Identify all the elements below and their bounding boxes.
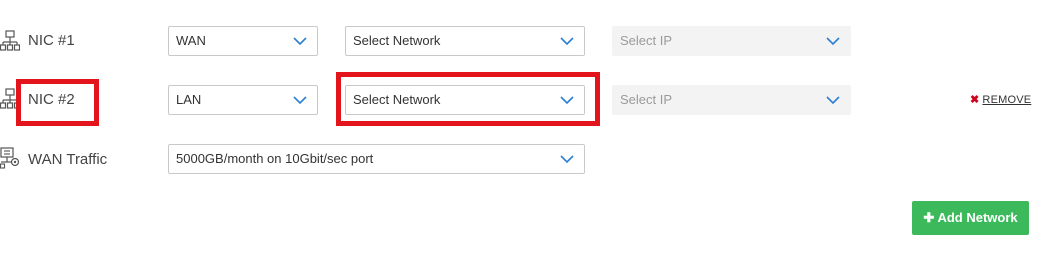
nic-2-ip-select[interactable]: Select IP (612, 85, 851, 115)
nic-2-ip-placeholder: Select IP (620, 92, 673, 107)
wan-traffic-label: WAN Traffic (28, 151, 108, 168)
plus-icon: ✚ (923, 210, 935, 225)
nic-1-label: NIC #1 (28, 32, 75, 49)
nic-1-network-value: Select Network (353, 33, 441, 48)
nic-2-network-select[interactable]: Select Network (345, 85, 585, 115)
add-network-button[interactable]: ✚ Add Network (912, 201, 1029, 235)
nic-2-label: NIC #2 (28, 91, 75, 108)
chevron-down-icon (560, 155, 574, 164)
nic-1-type-select[interactable]: WAN (168, 26, 318, 56)
remove-label: REMOVE (982, 94, 1032, 106)
chevron-down-icon (293, 37, 307, 46)
nic-2-type-value: LAN (176, 92, 202, 107)
remove-nic-2-link[interactable]: ✖ REMOVE (970, 93, 1031, 107)
add-network-label: Add Network (937, 210, 1018, 225)
chevron-down-icon (826, 37, 840, 46)
nic-1-ip-placeholder: Select IP (620, 33, 673, 48)
network-nodes-icon (0, 30, 20, 51)
nic-2-type-select[interactable]: LAN (168, 85, 318, 115)
chevron-down-icon (826, 96, 840, 105)
wan-traffic-value: 5000GB/month on 10Gbit/sec port (176, 151, 374, 166)
nic-1-network-select[interactable]: Select Network (345, 26, 585, 56)
nic-1-ip-select[interactable]: Select IP (612, 26, 851, 56)
wan-traffic-select[interactable]: 5000GB/month on 10Gbit/sec port (168, 144, 585, 174)
nic-2-network-value: Select Network (353, 92, 441, 107)
nic-1-type-value: WAN (176, 33, 206, 48)
traffic-settings-icon (0, 147, 20, 169)
chevron-down-icon (293, 96, 307, 105)
chevron-down-icon (560, 96, 574, 105)
chevron-down-icon (560, 37, 574, 46)
close-icon: ✖ (970, 94, 980, 106)
